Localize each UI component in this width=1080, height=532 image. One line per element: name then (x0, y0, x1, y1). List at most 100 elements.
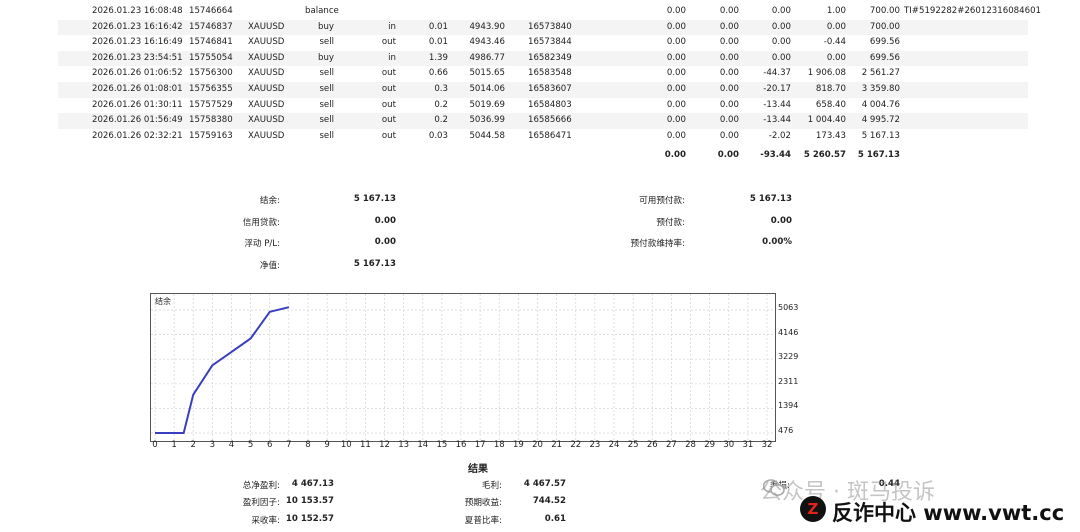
deal-balance: 699.56 (869, 37, 900, 48)
x-tick-label: 4 (228, 440, 235, 450)
summary-value: 0.00 (770, 216, 792, 226)
deal-swap: -2.02 (768, 130, 791, 141)
y-tick-label: 476 (778, 426, 794, 435)
total-fee: 0.00 (717, 150, 739, 160)
deal-time: 2026.01.23 23:54:51 (92, 52, 183, 63)
summary-label: 浮动 P/L: (244, 239, 280, 249)
summary-label: 预付款维持率: (630, 239, 685, 249)
deal-id: 15746664 (189, 6, 233, 16)
deal-type: sell (319, 37, 334, 48)
deal-direction: out (381, 115, 396, 126)
deal-fee: 0.00 (719, 6, 739, 16)
deal-swap: 0.00 (771, 37, 791, 48)
deal-balance: 700.00 (869, 6, 900, 16)
x-tick-label: 13 (398, 440, 410, 450)
deal-symbol: XAUUSD (248, 52, 285, 63)
deal-volume: 0.2 (434, 99, 448, 110)
deal-price: 5015.65 (469, 68, 505, 79)
y-tick-label: 1394 (778, 401, 799, 411)
deal-order: 16586471 (528, 130, 572, 141)
deal-volume: 0.2 (434, 115, 448, 126)
deal-fee: 0.00 (719, 37, 739, 48)
y-tick-label: 3229 (778, 352, 799, 362)
total-commission: 0.00 (664, 150, 686, 160)
table-row[interactable]: 2026.01.23 16:16:49 15746841 XAUUSD sell out… (58, 35, 1028, 51)
deal-profit: 173.43 (815, 130, 846, 141)
totals-row: 0.00 0.00 -93.44 5 260.57 5 167.13 (58, 150, 1028, 166)
x-tick-label: 0 (152, 440, 158, 450)
deal-fee: 0.00 (719, 115, 739, 126)
deal-fee: 0.00 (719, 21, 739, 32)
deal-balance: 3 359.80 (861, 83, 900, 94)
result-label: 预期收益: (464, 498, 502, 508)
table-row[interactable]: 2026.01.23 23:54:51 15755054 XAUUSD buy in 1.… (58, 50, 1028, 67)
deal-type: sell (319, 68, 334, 79)
x-tick-label: 30 (723, 440, 735, 450)
results-title: 结果 (468, 464, 488, 475)
deal-order: 16583548 (528, 68, 572, 79)
result-label: 毛利: (481, 481, 502, 491)
deal-direction: in (388, 21, 396, 32)
table-row[interactable]: 2026.01.26 02:32:21 15759163 XAUUSD sell out… (58, 129, 1028, 145)
deal-id: 15746837 (189, 21, 233, 32)
watermark-bottom: 反诈中心 www.vwt.cc (832, 501, 1065, 525)
deal-commission: 0.00 (666, 99, 686, 110)
deal-swap: -13.44 (763, 99, 791, 110)
x-tick-label: 15 (436, 440, 448, 450)
deal-time: 2026.01.26 01:06:52 (92, 68, 183, 79)
deal-id: 15756355 (189, 83, 233, 94)
y-tick-label: 2311 (778, 376, 799, 386)
deal-balance: 4 995.72 (861, 115, 900, 126)
deal-profit: 0.00 (826, 21, 846, 32)
deal-price: 5019.69 (469, 99, 505, 110)
deal-direction: out (381, 83, 396, 94)
x-tick-label: 12 (379, 440, 390, 450)
table-row[interactable]: 2026.01.26 01:56:49 15758380 XAUUSD sell out… (58, 113, 1028, 129)
deal-profit: 1.00 (826, 6, 846, 16)
deal-order: 16585666 (528, 115, 572, 126)
deal-time: 2026.01.26 02:32:21 (92, 130, 183, 141)
table-row[interactable]: 2026.01.23 16:08:48 15746664 balance 0.00 0.… (58, 4, 1041, 20)
deal-commission: 0.00 (666, 21, 686, 32)
deal-symbol: XAUUSD (248, 115, 285, 126)
deal-direction: out (381, 130, 396, 141)
summary-value: 5 167.13 (353, 259, 396, 269)
y-tick-label: 5063 (778, 303, 799, 312)
deal-id: 15758380 (189, 115, 233, 126)
result-value: 10 152.57 (285, 514, 334, 524)
deal-type: sell (319, 83, 334, 94)
zebra-logo-icon: Z (800, 496, 826, 522)
table-row[interactable]: 2026.01.26 01:30:11 15757529 XAUUSD sell out… (58, 98, 1028, 114)
x-tick-label: 24 (608, 440, 620, 450)
x-tick-label: 32 (761, 440, 773, 450)
deal-balance: 700.00 (869, 21, 900, 32)
deal-time: 2026.01.23 16:16:42 (92, 21, 183, 32)
x-tick-label: 5 (247, 440, 254, 450)
deal-fee: 0.00 (719, 130, 739, 141)
deal-symbol: XAUUSD (248, 21, 285, 32)
deal-comment: TI#5192282#26012316084601 (904, 6, 1042, 16)
x-tick-label: 31 (742, 440, 754, 450)
balance-chart (150, 293, 776, 442)
x-tick-label: 29 (704, 440, 716, 450)
deal-commission: 0.00 (666, 83, 686, 94)
x-tick-label: 1 (171, 440, 177, 450)
deal-profit: -0.44 (823, 37, 846, 48)
deal-order: 16583607 (528, 83, 572, 94)
deal-swap: 0.00 (771, 6, 791, 16)
deal-order: 16573840 (528, 21, 572, 32)
table-row[interactable]: 2026.01.26 01:08:01 15756355 XAUUSD sell out… (58, 81, 1028, 98)
x-tick-label: 16 (455, 440, 467, 450)
deal-price: 4943.90 (469, 21, 505, 32)
x-tick-label: 23 (589, 440, 601, 450)
x-tick-label: 28 (685, 440, 696, 450)
table-row[interactable]: 2026.01.23 16:16:42 15746837 XAUUSD buy in 0.… (58, 19, 1028, 36)
summary-value: 5 167.13 (353, 194, 396, 204)
x-tick-label: 11 (359, 440, 371, 450)
deal-commission: 0.00 (666, 6, 686, 16)
table-row[interactable]: 2026.01.26 01:06:52 15756300 XAUUSD sell out… (58, 66, 1028, 82)
deal-balance: 5 167.13 (861, 130, 900, 141)
deal-fee: 0.00 (719, 68, 739, 79)
deal-volume: 0.3 (434, 83, 448, 94)
deal-id: 15757529 (189, 99, 233, 110)
